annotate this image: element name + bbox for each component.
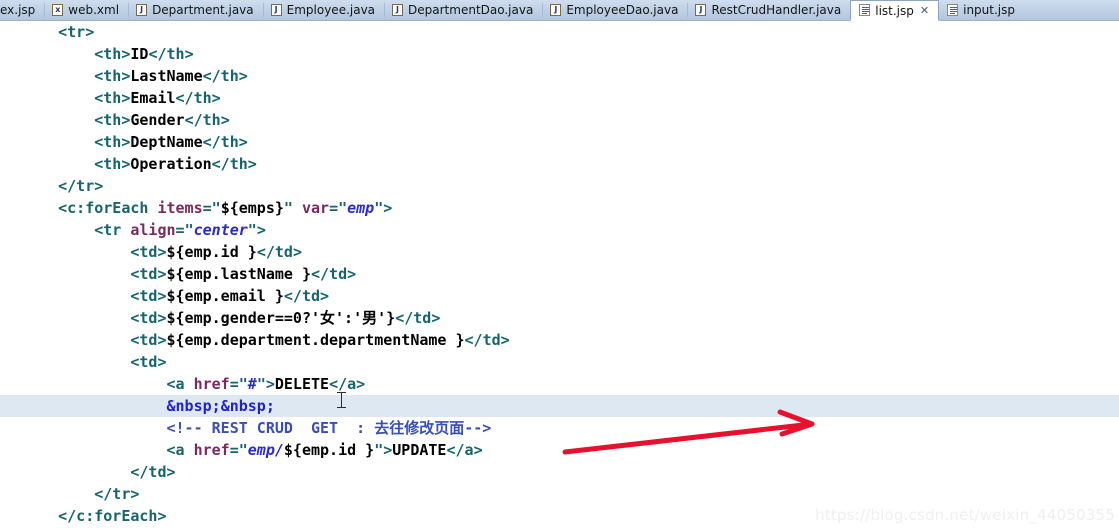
editor-tab-label: Employee.java [286,3,376,17]
java-file-icon: J [695,3,707,17]
code-lines-container[interactable]: <tr> <th>ID</th> <th>LastName</th> <th>E… [0,21,1119,530]
code-line[interactable]: </tr> [0,175,1119,197]
code-line[interactable]: <th>DeptName</th> [0,131,1119,153]
editor-tab-ex-jsp[interactable]: ex.jsp [0,0,44,20]
xml-file-icon: x [52,3,64,17]
java-file-icon: J [392,3,404,17]
code-line[interactable]: <c:forEach items="${emps}" var="emp"> [0,197,1119,219]
editor-tab-input-jsp[interactable]: input.jsp [939,0,1024,20]
code-line[interactable]: <th>Operation</th> [0,153,1119,175]
code-line[interactable]: <td>${emp.lastName }</td> [0,263,1119,285]
code-line[interactable]: </tr> [0,483,1119,505]
editor-tab-label: RestCrudHandler.java [711,3,842,17]
code-line[interactable]: <tr> [0,21,1119,43]
code-line[interactable]: <a href="emp/${emp.id }">UPDATE</a> [0,439,1119,461]
code-line[interactable]: <th>Email</th> [0,87,1119,109]
code-line[interactable]: <td>${emp.department.departmentName }</t… [0,329,1119,351]
code-line[interactable]: <!-- REST CRUD GET : 去往修改页面--> [0,417,1119,439]
editor-tab-label: web.xml [68,3,120,17]
jsp-file-icon [859,4,871,17]
code-line[interactable]: <th>Gender</th> [0,109,1119,131]
code-line[interactable]: <td>${emp.id }</td> [0,241,1119,263]
editor-tab-web-xml[interactable]: x web.xml [44,0,128,20]
editor-tab-label: input.jsp [963,3,1015,17]
code-line[interactable]: &nbsp;&nbsp; [0,395,1119,417]
java-file-icon: J [550,3,562,17]
code-line[interactable]: </td> [0,461,1119,483]
jsp-file-icon [947,3,959,17]
code-line[interactable]: <td> [0,351,1119,373]
editor-tab-employee-java[interactable]: J Employee.java [262,0,384,20]
code-line[interactable]: <a href="#">DELETE</a> [0,373,1119,395]
editor-tab-restcrudhandler-java[interactable]: J RestCrudHandler.java [687,0,850,20]
java-file-icon: J [270,3,283,17]
code-line[interactable]: <th>ID</th> [0,43,1119,65]
editor-tab-bar[interactable]: ex.jsp x web.xml J Department.java J Employee.… [0,0,1119,21]
tab-close-icon[interactable]: ✕ [920,5,929,16]
editor-tab-label: DepartmentDao.java [408,3,534,17]
editor-tab-label: EmployeeDao.java [566,3,679,17]
editor-tab-label: list.jsp [875,3,914,18]
code-line[interactable]: <td>${emp.gender==0?'女':'男'}</td> [0,307,1119,329]
csdn-blog-watermark: https://blog.csdn.net/weixin_44050355 [815,506,1115,524]
code-line[interactable]: <th>LastName</th> [0,65,1119,87]
editor-tab-department-java[interactable]: J Department.java [128,0,263,20]
editor-tab-label: ex.jsp [0,3,36,17]
editor-tab-list-jsp[interactable]: list.jsp ✕ [850,0,940,21]
code-editor[interactable]: <tr> <th>ID</th> <th>LastName</th> <th>E… [0,21,1119,530]
code-line[interactable]: <tr align="center"> [0,219,1119,241]
editor-tab-employeedao-java[interactable]: J EmployeeDao.java [542,0,687,20]
editor-tab-departmentdao-java[interactable]: J DepartmentDao.java [384,0,542,20]
java-file-icon: J [136,3,148,17]
code-line[interactable]: <td>${emp.email }</td> [0,285,1119,307]
editor-tab-label: Department.java [152,3,254,17]
